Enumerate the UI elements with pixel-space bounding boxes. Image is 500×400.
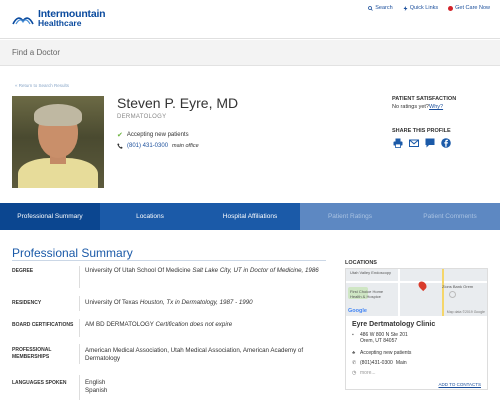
degree-school: University Of Utah School Of Medicine	[85, 267, 191, 274]
doctor-name: Steven P. Eyre, MD	[117, 95, 239, 111]
accepting-patients-label: Accepting new patients	[126, 132, 189, 138]
map-label-zions: Zions Bank Orem	[442, 284, 474, 289]
share-icons	[392, 137, 451, 148]
professional-summary-title: Professional Summary	[12, 246, 133, 260]
search-link[interactable]: Search	[368, 5, 393, 11]
degree-value: University Of Utah School Of Medicine Sa…	[85, 267, 330, 275]
languages-label: LANGUAGES SPOKEN	[12, 380, 67, 386]
clinic-phone-type: Main	[395, 360, 407, 366]
location-card: Utah Valley Endoscopy Zions Bank Orem Fi…	[345, 268, 488, 390]
board-cert-name: AM BD DERMATOLOGY	[85, 321, 154, 328]
tab-locations[interactable]: Locations	[100, 203, 200, 230]
board-cert-detail: Certification does not expire	[155, 321, 233, 328]
board-certifications-value: AM BD DERMATOLOGY Certification does not…	[85, 321, 330, 329]
summary-divider-line	[79, 266, 80, 288]
google-logo: Google	[348, 308, 367, 314]
degree-label: DEGREE	[12, 268, 34, 274]
no-ratings-text: No ratings yet?	[392, 104, 429, 110]
locations-heading: LOCATIONS	[345, 260, 377, 266]
residency-value: University Of Texas Houston, Tx in Derma…	[85, 299, 330, 307]
clinic-phone: ✆ (801)431-0300 Main	[352, 360, 407, 366]
language-english: English	[85, 379, 106, 386]
board-certifications-label: BOARD CERTIFICATIONS	[12, 322, 74, 328]
why-link[interactable]: Why?	[429, 104, 443, 110]
get-care-now-link[interactable]: Get Care Now	[448, 5, 490, 11]
location-map[interactable]: Utah Valley Endoscopy Zions Bank Orem Fi…	[346, 269, 487, 316]
degree-detail: Salt Lake City, UT in Doctor of Medicine…	[192, 267, 319, 274]
accepting-patients: ✔ Accepting new patients	[117, 131, 189, 139]
languages-value: English Spanish	[85, 379, 330, 395]
doctor-phone-type: main office	[172, 143, 199, 149]
phone-icon: ✆	[352, 360, 357, 366]
clinic-more-label: more...	[360, 370, 376, 376]
map-zoom-icon[interactable]	[449, 291, 456, 298]
check-icon: ✔	[117, 132, 123, 139]
add-to-contacts-link[interactable]: ADD TO CONTACTS	[438, 382, 481, 387]
site-header: Intermountain Healthcare Search Quick Li…	[0, 0, 500, 39]
residency-label: RESIDENCY	[12, 300, 42, 306]
memberships-label: PROFESSIONAL MEMBERSHIPS	[12, 347, 52, 360]
facebook-icon[interactable]	[440, 137, 451, 148]
find-doctor-title: Find a Doctor	[12, 48, 61, 57]
map-label-endoscopy: Utah Valley Endoscopy	[350, 270, 392, 275]
tab-patient-comments[interactable]: Patient Comments	[400, 203, 500, 230]
summary-divider-line	[79, 319, 80, 337]
map-copyright: Map data ©2019 Google	[446, 310, 485, 314]
share-profile-heading: SHARE THIS PROFILE	[392, 128, 451, 134]
get-care-now-label: Get Care Now	[455, 5, 490, 11]
care-plus-icon	[448, 5, 454, 11]
bolt-icon	[403, 5, 408, 11]
print-icon[interactable]	[392, 137, 403, 148]
find-doctor-bar: Find a Doctor	[0, 40, 500, 66]
clock-icon: ◷	[352, 370, 357, 376]
phone-icon	[117, 143, 123, 149]
residency-detail: Houston, Tx in Dermatology, 1987 - 1990	[139, 299, 253, 306]
clinic-phone-number[interactable]: (801)431-0300	[360, 360, 393, 366]
logo-text-line2: Healthcare	[38, 18, 82, 28]
clinic-accepting: ♣ Accepting new patients	[352, 350, 411, 356]
map-label-hospice: Health & Hospice	[350, 294, 381, 299]
clinic-name: Eyre Dertmatology Clinic	[352, 321, 436, 328]
residency-school: University Of Texas	[85, 299, 139, 306]
profile-tabs: Professional Summary Locations Hospital …	[0, 203, 500, 230]
doctor-photo	[12, 96, 104, 188]
email-icon[interactable]	[408, 137, 419, 148]
memberships-value: American Medical Association, Utah Medic…	[85, 347, 304, 362]
people-icon: ♣	[352, 350, 356, 356]
clinic-address: ▪ 486 W 800 N Ste 201 Orem, UT 84057	[352, 332, 408, 344]
clinic-more[interactable]: ◷ more...	[352, 370, 376, 376]
summary-divider-line	[79, 375, 80, 400]
quick-links-label: Quick Links	[409, 5, 439, 11]
return-to-results-link[interactable]: « Return to Search Results	[15, 83, 69, 88]
search-icon	[368, 5, 374, 11]
search-link-label: Search	[375, 5, 393, 11]
clinic-address-line2: Orem, UT 84057	[360, 338, 398, 344]
map-marker-icon: ▪	[352, 332, 354, 338]
summary-divider-line	[79, 344, 80, 364]
clinic-accepting-label: Accepting new patients	[360, 350, 412, 356]
intermountain-logo[interactable]: Intermountain Healthcare	[12, 9, 106, 28]
top-links: Search Quick Links Get Care Now	[368, 5, 490, 11]
patient-satisfaction-heading: PATIENT SATISFACTION	[392, 96, 457, 102]
tab-patient-ratings[interactable]: Patient Ratings	[300, 203, 400, 230]
summary-divider	[12, 260, 326, 261]
chat-icon[interactable]	[424, 137, 435, 148]
tab-professional-summary[interactable]: Professional Summary	[0, 203, 100, 230]
logo-icon	[12, 17, 34, 25]
patient-satisfaction-text: No ratings yet?Why?	[392, 104, 443, 110]
doctor-specialty: DERMATOLOGY	[117, 114, 167, 120]
quick-links-link[interactable]: Quick Links	[403, 5, 438, 11]
doctor-phone-number[interactable]: (801) 431-0300	[127, 143, 168, 149]
language-spanish: Spanish	[85, 387, 108, 394]
tab-hospital-affiliations[interactable]: Hospital Affiliations	[200, 203, 300, 230]
doctor-phone: (801) 431-0300 main office	[117, 143, 199, 149]
summary-divider-line	[79, 296, 80, 311]
